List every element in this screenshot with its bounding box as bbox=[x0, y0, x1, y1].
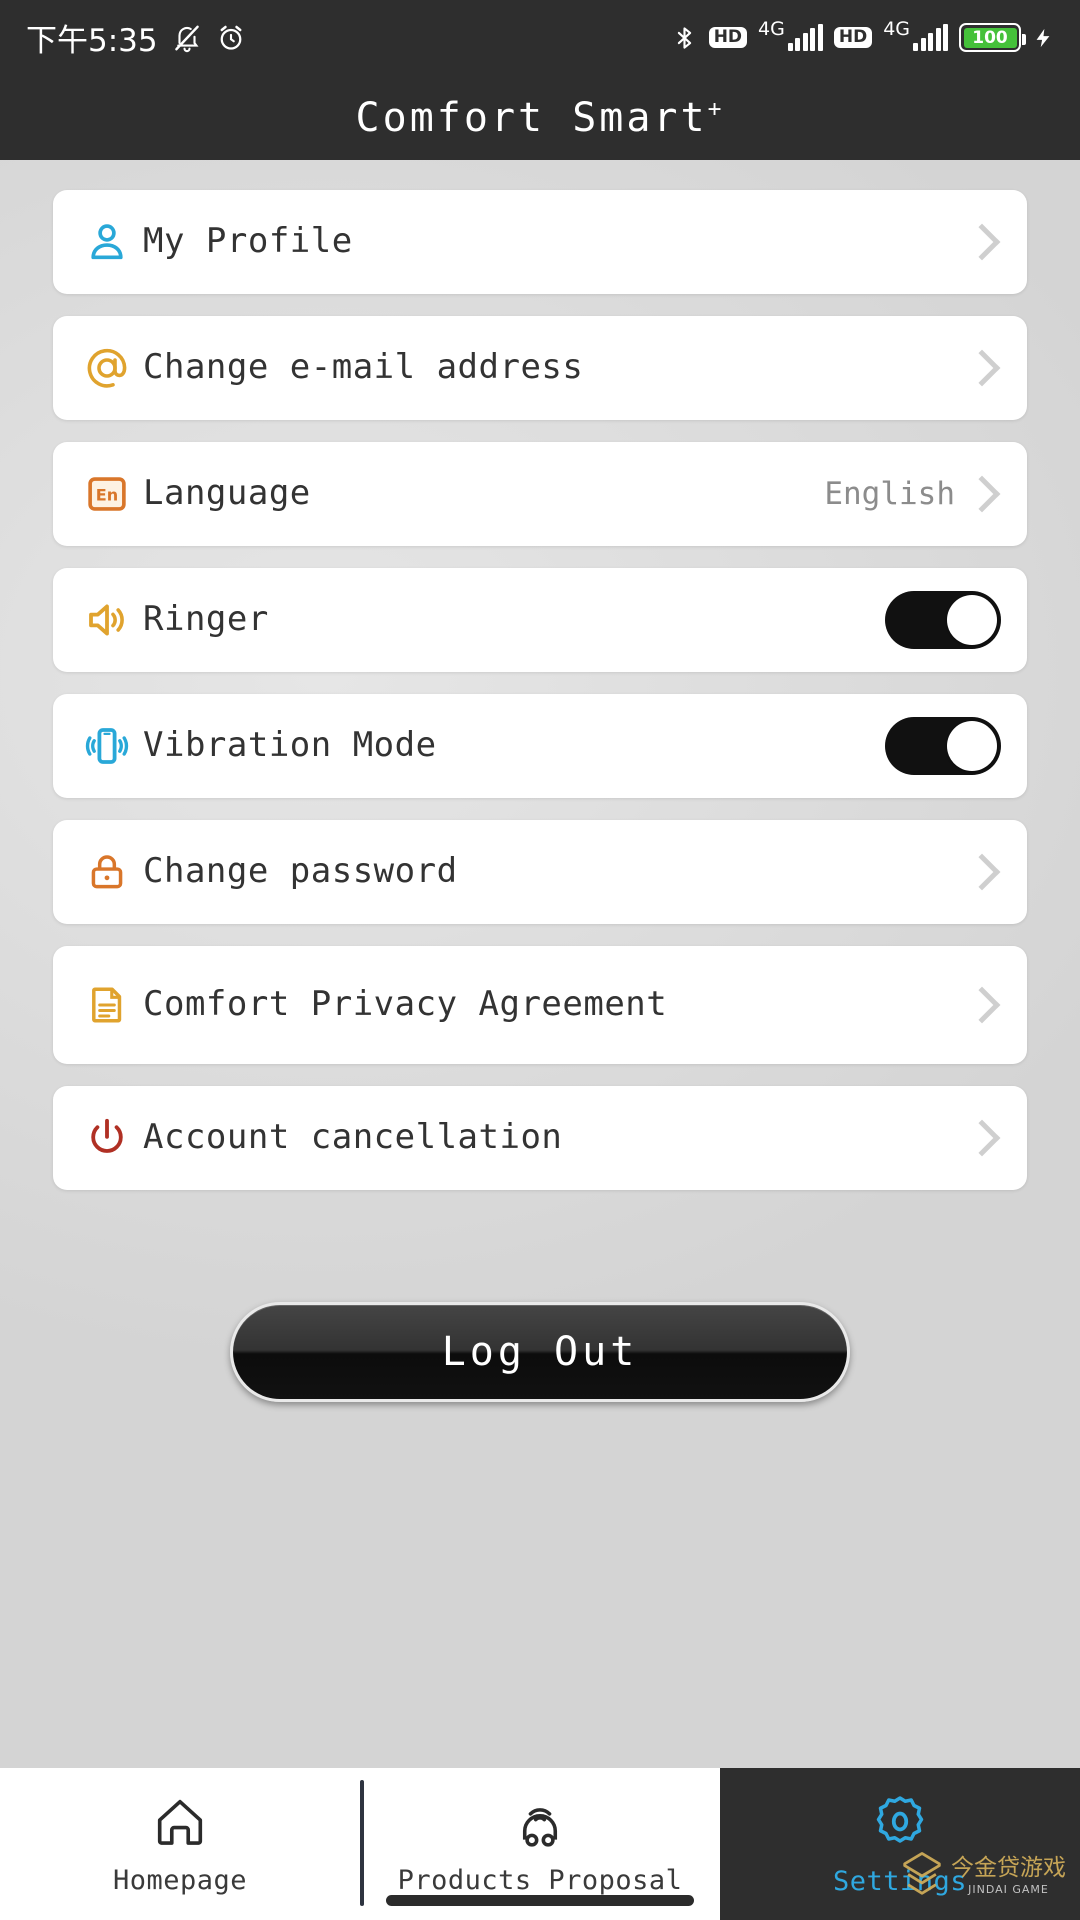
toggle-knob bbox=[947, 721, 997, 771]
chevron-right-icon bbox=[963, 223, 1001, 261]
nav-label: Products Proposal bbox=[397, 1864, 683, 1896]
bluetooth-icon bbox=[677, 26, 691, 49]
settings-row-label: Comfort Privacy Agreement bbox=[143, 984, 668, 1025]
app-header: Comfort Smart+ bbox=[0, 75, 1080, 160]
document-icon bbox=[77, 975, 137, 1035]
ringer-toggle[interactable] bbox=[885, 591, 1001, 649]
battery-icon: 100 bbox=[959, 23, 1026, 52]
nav-label: Homepage bbox=[112, 1864, 248, 1896]
sim2-signal-bars-icon bbox=[913, 23, 948, 51]
settings-row-change-password[interactable]: Change password bbox=[53, 820, 1027, 924]
watermark-shield-icon bbox=[903, 1852, 941, 1895]
speaker-icon bbox=[77, 590, 137, 650]
settings-row-label: Change e-mail address bbox=[143, 347, 584, 388]
settings-row-privacy-agreement[interactable]: Comfort Privacy Agreement bbox=[53, 946, 1027, 1064]
watermark-main: 今金贷游戏 bbox=[951, 1855, 1066, 1881]
nav-item-homepage[interactable]: Homepage bbox=[0, 1768, 360, 1920]
settings-row-ringer[interactable]: Ringer bbox=[53, 568, 1027, 672]
svg-text:En: En bbox=[96, 486, 118, 505]
status-bar: 下午5:35 HD 4G HD 4G 100 bbox=[0, 0, 1080, 75]
settings-row-label: Vibration Mode bbox=[143, 725, 437, 766]
settings-row-account-cancellation[interactable]: Account cancellation bbox=[53, 1086, 1027, 1190]
language-value: English bbox=[824, 476, 955, 512]
chevron-right-icon bbox=[963, 853, 1001, 891]
page-title-text: Comfort Smart bbox=[355, 94, 708, 141]
chevron-right-icon bbox=[963, 475, 1001, 513]
settings-row-label: My Profile bbox=[143, 221, 353, 262]
sim2-hd-badge: HD bbox=[833, 26, 873, 49]
settings-row-language[interactable]: En Language English bbox=[53, 442, 1027, 546]
chevron-right-icon bbox=[963, 349, 1001, 387]
status-bar-right: HD 4G HD 4G 100 bbox=[671, 19, 1054, 53]
vibrate-phone-icon bbox=[77, 716, 137, 776]
settings-row-change-email[interactable]: Change e-mail address bbox=[53, 316, 1027, 420]
watermark-sub: JINDAI GAME bbox=[968, 1883, 1049, 1896]
gear-icon bbox=[876, 1795, 924, 1843]
toggle-knob bbox=[947, 595, 997, 645]
bell-muted-icon bbox=[174, 25, 199, 52]
sim1-signal: 4G bbox=[758, 19, 823, 51]
at-sign-icon bbox=[77, 338, 137, 398]
settings-row-my-profile[interactable]: My Profile bbox=[53, 190, 1027, 294]
sim2-signal: 4G bbox=[883, 19, 948, 51]
chevron-right-icon bbox=[963, 1119, 1001, 1157]
sim1-network-label: 4G bbox=[758, 17, 785, 40]
bottom-navigation: Homepage Products Proposal Settings 今金贷游… bbox=[0, 1768, 1080, 1920]
person-icon bbox=[77, 212, 137, 272]
home-indicator[interactable] bbox=[386, 1895, 694, 1906]
language-en-icon: En bbox=[77, 464, 137, 524]
settings-list: My Profile Change e-mail address En Lang… bbox=[0, 160, 1080, 1190]
chevron-right-icon bbox=[963, 986, 1001, 1024]
sim1-signal-bars-icon bbox=[787, 23, 823, 51]
page-title-superscript: + bbox=[707, 96, 725, 123]
settings-row-vibration-mode[interactable]: Vibration Mode bbox=[53, 694, 1027, 798]
vibration-toggle[interactable] bbox=[885, 717, 1001, 775]
sim2-network-label: 4G bbox=[883, 17, 910, 40]
status-time: 下午5:35 bbox=[26, 23, 158, 59]
lock-icon bbox=[77, 842, 137, 902]
page-title: Comfort Smart+ bbox=[356, 95, 725, 141]
logout-area: Log Out bbox=[0, 1302, 1080, 1402]
home-icon bbox=[157, 1799, 203, 1845]
settings-row-label: Language bbox=[143, 473, 311, 514]
settings-row-label: Account cancellation bbox=[143, 1117, 563, 1158]
watermark-logo: 今金贷游戏 JINDAI GAME bbox=[901, 1850, 1066, 1902]
charging-bolt-icon bbox=[1036, 28, 1050, 47]
battery-percent: 100 bbox=[963, 27, 1017, 48]
power-icon bbox=[77, 1108, 137, 1168]
settings-row-label: Change password bbox=[143, 851, 458, 892]
status-bar-left: 下午5:35 bbox=[26, 15, 246, 60]
logout-button[interactable]: Log Out bbox=[230, 1302, 850, 1402]
settings-row-label: Ringer bbox=[143, 599, 269, 640]
alarm-clock-icon bbox=[220, 25, 242, 50]
sim1-hd-badge: HD bbox=[708, 26, 748, 49]
robot-wifi-icon bbox=[522, 1807, 558, 1847]
watermark-text: 今金贷游戏 JINDAI GAME bbox=[951, 1855, 1066, 1896]
